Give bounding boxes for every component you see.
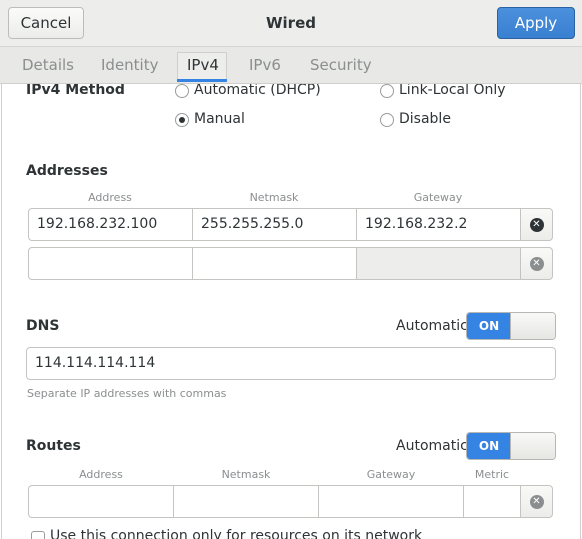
radio-link-local-only[interactable] bbox=[380, 84, 394, 98]
routes-automatic-label: Automatic bbox=[396, 438, 468, 454]
close-icon: ✕ bbox=[529, 256, 544, 271]
radio-automatic-dhcp-label[interactable]: Automatic (DHCP) bbox=[194, 84, 321, 98]
resources-only-checkbox-label[interactable]: Use this connection only for resources o… bbox=[50, 528, 422, 539]
routes-header-address: Address bbox=[79, 468, 123, 481]
routes-header-netmask: Netmask bbox=[221, 468, 271, 481]
dns-switch-on-label: ON bbox=[467, 313, 511, 339]
ipv4-method-label: IPv4 Method bbox=[26, 84, 125, 98]
dns-automatic-switch[interactable]: ON bbox=[466, 312, 556, 340]
address-row1-gateway-field[interactable]: 192.168.232.2 bbox=[356, 208, 521, 241]
addresses-section-title: Addresses bbox=[26, 163, 108, 179]
route-row1-metric-field[interactable] bbox=[463, 485, 521, 518]
tab-ipv6[interactable]: IPv6 bbox=[249, 56, 281, 74]
address-row1-delete-button[interactable]: ✕ bbox=[520, 208, 553, 241]
dns-servers-input[interactable]: 114.114.114.114 bbox=[26, 347, 556, 380]
dns-section-title: DNS bbox=[26, 318, 60, 334]
radio-link-local-only-label[interactable]: Link-Local Only bbox=[399, 84, 506, 98]
tab-security[interactable]: Security bbox=[310, 56, 372, 74]
route-row1-address-field[interactable] bbox=[28, 485, 174, 518]
radio-automatic-dhcp[interactable] bbox=[175, 84, 189, 98]
radio-disable[interactable] bbox=[380, 113, 394, 127]
addresses-header-netmask: Netmask bbox=[249, 191, 299, 204]
routes-switch-on-label: ON bbox=[467, 433, 511, 459]
radio-disable-label[interactable]: Disable bbox=[399, 111, 451, 127]
radio-manual[interactable] bbox=[175, 113, 189, 127]
address-row1-netmask-field[interactable]: 255.255.255.0 bbox=[192, 208, 357, 241]
close-icon: ✕ bbox=[529, 217, 544, 232]
dns-automatic-label: Automatic bbox=[396, 318, 468, 334]
tab-identity[interactable]: Identity bbox=[101, 56, 159, 74]
tab-ipv4[interactable]: IPv4 bbox=[187, 56, 219, 74]
tab-bar: Details Identity IPv4 IPv6 Security bbox=[0, 47, 582, 84]
right-border bbox=[580, 84, 581, 539]
close-icon: ✕ bbox=[529, 494, 544, 509]
address-row2-netmask-field[interactable] bbox=[192, 247, 357, 280]
address-row2-gateway-field bbox=[356, 247, 521, 280]
route-row1-gateway-field[interactable] bbox=[318, 485, 464, 518]
route-row1-delete-button[interactable]: ✕ bbox=[520, 485, 553, 518]
routes-header-metric: Metric bbox=[474, 468, 510, 481]
ipv4-settings-panel: IPv4 Method Automatic (DHCP) Link-Local … bbox=[0, 84, 582, 539]
window-title: Wired bbox=[266, 14, 316, 32]
tab-details[interactable]: Details bbox=[22, 56, 74, 74]
radio-manual-label[interactable]: Manual bbox=[194, 111, 245, 127]
routes-header-gateway: Gateway bbox=[366, 468, 416, 481]
route-row1-netmask-field[interactable] bbox=[173, 485, 319, 518]
addresses-header-address: Address bbox=[88, 191, 132, 204]
address-row1-address-field[interactable]: 192.168.232.100 bbox=[28, 208, 193, 241]
address-row2-delete-button[interactable]: ✕ bbox=[520, 247, 553, 280]
routes-switch-knob[interactable] bbox=[510, 433, 555, 459]
addresses-header-gateway: Gateway bbox=[413, 191, 463, 204]
resources-only-checkbox[interactable] bbox=[31, 531, 45, 539]
dns-hint-text: Separate IP addresses with commas bbox=[27, 387, 227, 400]
active-tab-indicator bbox=[177, 79, 227, 82]
address-row2-address-field[interactable] bbox=[28, 247, 193, 280]
dns-switch-knob[interactable] bbox=[510, 313, 555, 339]
apply-button[interactable]: Apply bbox=[497, 7, 575, 39]
routes-automatic-switch[interactable]: ON bbox=[466, 432, 556, 460]
routes-section-title: Routes bbox=[26, 438, 81, 454]
header-bar: Cancel Wired Apply bbox=[0, 0, 582, 47]
left-border bbox=[1, 84, 2, 539]
